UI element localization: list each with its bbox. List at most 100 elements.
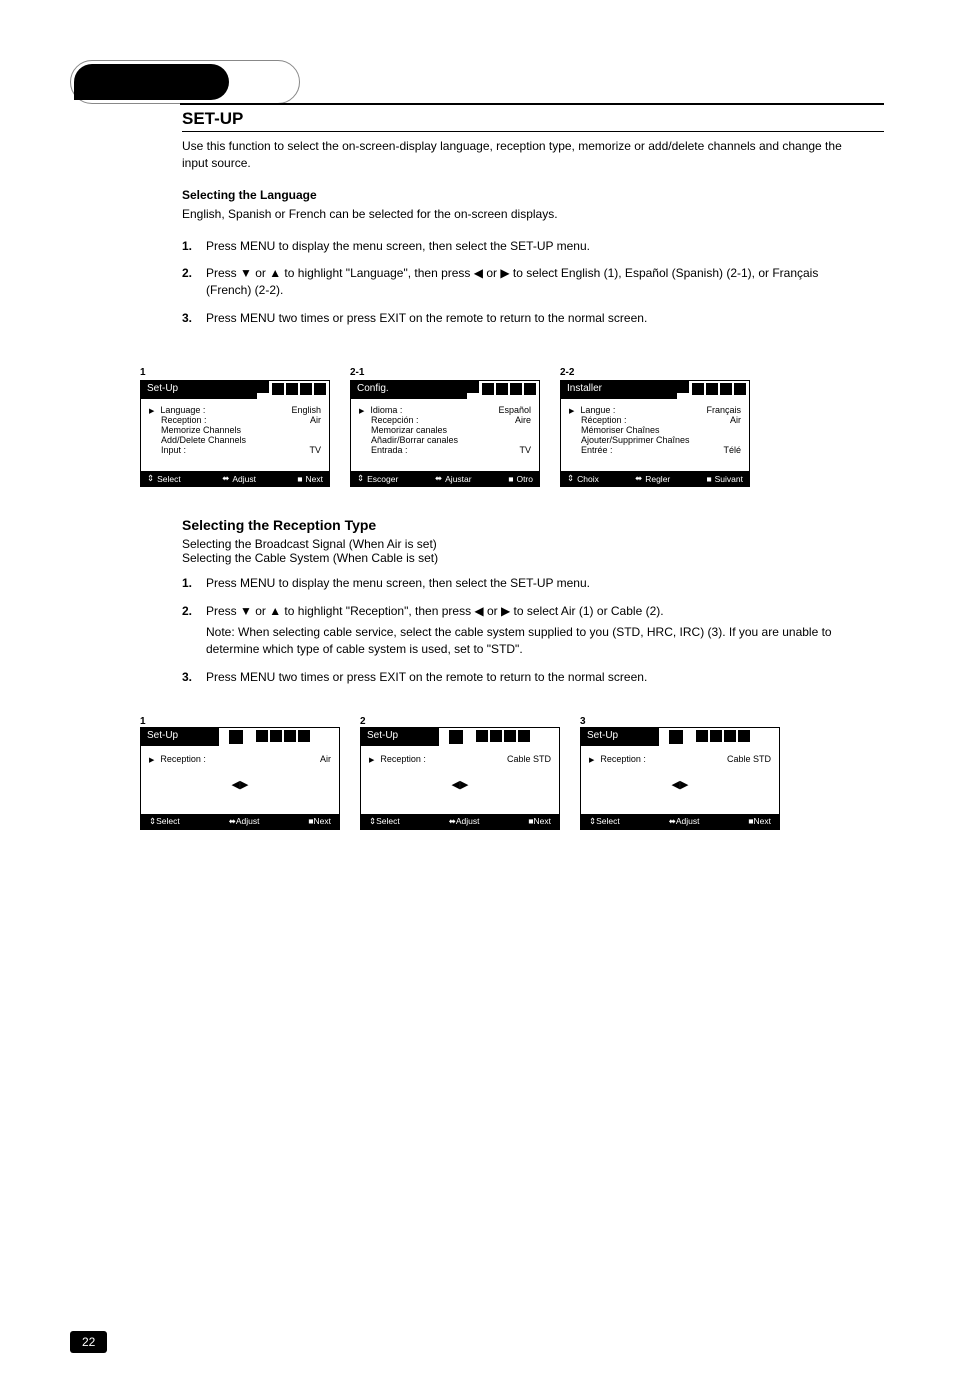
m3-f0: Choix <box>577 474 599 484</box>
m2-r4-lbl: Entrada : <box>371 445 515 455</box>
antenna-icon <box>490 730 502 742</box>
leftright-icon: ⬌ <box>449 816 456 826</box>
m3-r4-val: Télé <box>723 445 741 455</box>
cursor-icon <box>569 405 574 415</box>
updown-icon: ⇕ <box>147 473 154 484</box>
cursor-icon <box>359 405 364 415</box>
m3-f2: Suivant <box>715 474 743 484</box>
step-3-num: 3. <box>182 310 206 327</box>
recep-box-1-label: 1 <box>140 716 340 727</box>
step-3: 3. Press MENU two times or press EXIT on… <box>182 310 844 327</box>
step-2: 2. Press ▼ or ▲ to highlight "Language",… <box>182 265 844 300</box>
recep-box-1: 1 Set-Up Reception :Air ◀▶ <box>140 716 340 830</box>
m1-r2-lbl: Memorize Channels <box>161 425 321 435</box>
b2-f0: Select <box>376 816 400 826</box>
grid-icon <box>720 383 732 395</box>
tab-black-pill <box>74 64 229 100</box>
m3-r2-lbl: Mémoriser Chaînes <box>581 425 741 435</box>
m2-f1: Ajustar <box>445 474 471 484</box>
checker-icon <box>256 730 268 742</box>
m2-r0-lbl: Idioma : <box>370 405 494 415</box>
step-1-text: Press MENU to display the menu screen, t… <box>206 238 844 255</box>
antenna-icon <box>710 730 722 742</box>
speaker-icon <box>518 730 530 742</box>
b2-f1: Adjust <box>456 816 480 826</box>
arrows-icon: ◀▶ <box>369 778 551 791</box>
step-2-text: Press ▼ or ▲ to highlight "Language", th… <box>206 265 844 300</box>
recep-box-3-label: 3 <box>580 716 780 727</box>
cursor-icon <box>589 754 594 764</box>
m2-r3-lbl: Añadir/Borrar canales <box>371 435 531 445</box>
m3-r3-lbl: Ajouter/Supprimer Chaînes <box>581 435 741 445</box>
menu-box-2: 2-1 Config. Idioma :Español Recepción :A… <box>350 367 540 487</box>
m1-r1-val: Air <box>310 415 321 425</box>
checker-icon <box>476 730 488 742</box>
checker-icon <box>696 730 708 742</box>
b1-f1: Adjust <box>236 816 260 826</box>
b3-f1: Adjust <box>676 816 700 826</box>
language-heading: Selecting the Language <box>182 187 844 204</box>
clock-icon <box>284 730 296 742</box>
clock-icon <box>496 383 508 395</box>
m3-r0-lbl: Langue : <box>580 405 702 415</box>
grid-icon <box>669 730 683 744</box>
leftright-icon: ⬌ <box>435 473 442 484</box>
m1-r3-lbl: Add/Delete Channels <box>161 435 321 445</box>
speaker-icon <box>738 730 750 742</box>
speaker-icon <box>734 383 746 395</box>
step-2-num: 2. <box>182 265 206 300</box>
b2-title: Set-Up <box>361 728 439 746</box>
b1-f0: Select <box>156 816 180 826</box>
reception-screenshots-row: 1 Set-Up Reception :Air ◀▶ <box>140 716 874 830</box>
cursor-icon <box>149 754 154 764</box>
m3-r4-lbl: Entrée : <box>581 445 719 455</box>
menu-box-3-label: 2-2 <box>560 367 750 378</box>
r-step-2-note: Note: When selecting cable service, sele… <box>206 624 844 659</box>
leftright-icon: ⬌ <box>635 473 642 484</box>
b3-val: Cable STD <box>727 754 771 764</box>
square-icon: ■ <box>297 474 302 484</box>
m2-r1-val: Aire <box>515 415 531 425</box>
title-underline <box>182 131 884 132</box>
leftright-icon: ⬌ <box>229 816 236 826</box>
antenna-icon <box>270 730 282 742</box>
reception-left-row2: Selecting the Cable System (When Cable i… <box>182 551 522 565</box>
b1-lbl: Reception : <box>160 754 316 764</box>
header-rule <box>180 103 884 105</box>
antenna-icon <box>257 381 269 393</box>
grid-icon <box>510 383 522 395</box>
menu-box-1-label: 1 <box>140 367 330 378</box>
r-step-1-num: 1. <box>182 575 206 592</box>
m2-r1-lbl: Recepción : <box>371 415 511 425</box>
arrows-icon: ◀▶ <box>589 778 771 791</box>
menu3-title: Installer <box>561 381 677 399</box>
checker-icon <box>692 383 704 395</box>
m3-r1-val: Air <box>730 415 741 425</box>
updown-icon: ⇕ <box>357 473 364 484</box>
r-step-2-num: 2. <box>182 603 206 659</box>
grid-icon <box>229 730 243 744</box>
m1-r4-lbl: Input : <box>161 445 305 455</box>
updown-icon: ⇕ <box>567 473 574 484</box>
r-step-1: 1. Press MENU to display the menu screen… <box>182 575 844 592</box>
b1-f2: Next <box>314 816 331 826</box>
clock-icon <box>724 730 736 742</box>
m1-f0: Select <box>157 474 181 484</box>
menu2-title: Config. <box>351 381 467 399</box>
menu-screenshots-row: 1 Set-Up Language :English Reception :Ai… <box>140 367 874 487</box>
page-number: 22 <box>70 1331 107 1353</box>
antenna-icon <box>467 381 479 393</box>
cursor-icon <box>369 754 374 764</box>
r-step-2-text: Press ▼ or ▲ to highlight "Reception", t… <box>206 604 664 618</box>
intro-text: Use this function to select the on-scree… <box>182 138 844 173</box>
m1-r1-lbl: Reception : <box>161 415 306 425</box>
m2-r4-val: TV <box>519 445 531 455</box>
arrows-icon: ◀▶ <box>149 778 331 791</box>
reception-heading: Selecting the Reception Type <box>182 517 884 533</box>
m3-r0-val: Français <box>706 405 741 415</box>
checker-icon <box>482 383 494 395</box>
m2-f0: Escoger <box>367 474 398 484</box>
clock-icon <box>706 383 718 395</box>
b2-lbl: Reception : <box>380 754 503 764</box>
clock-icon <box>286 383 298 395</box>
